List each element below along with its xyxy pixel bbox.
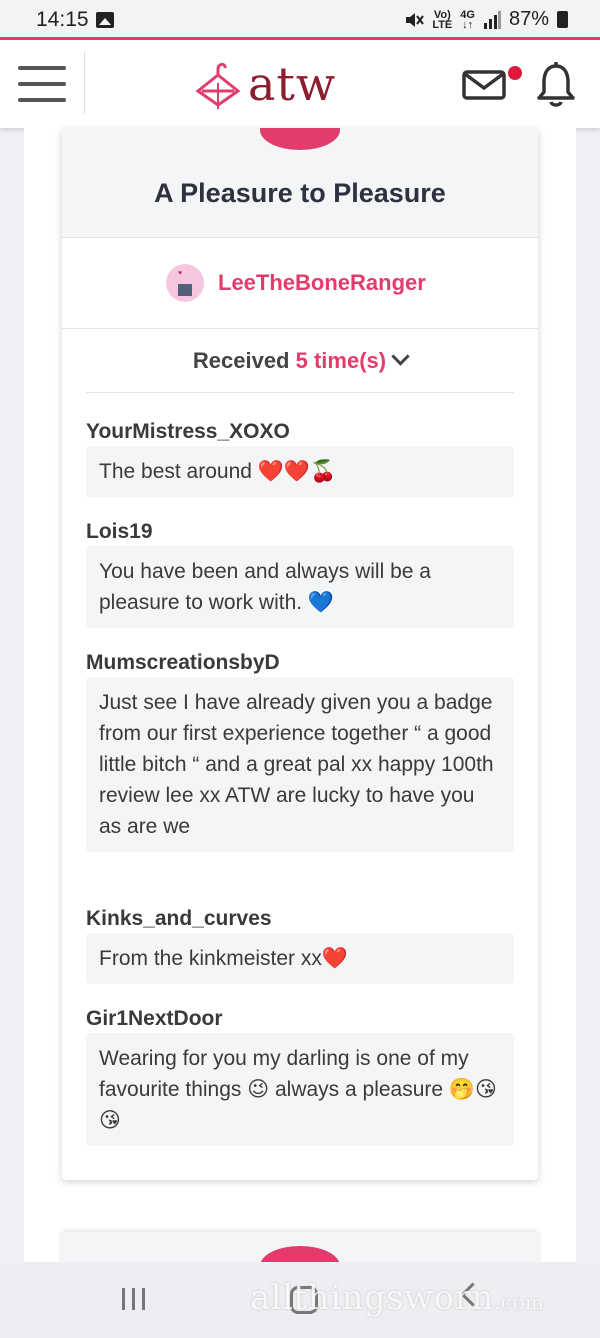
mail-icon[interactable] [462, 70, 506, 100]
badge-title: A Pleasure to Pleasure [154, 178, 446, 208]
review-item: Gir1NextDoor Wearing for you my darling … [86, 1007, 514, 1146]
badge-cloud-icon [260, 128, 340, 150]
mute-icon [406, 12, 425, 27]
watermark-suffix: .com [493, 1290, 545, 1314]
badge-card: A Pleasure to Pleasure ♥ LeeTheBoneRange… [62, 128, 538, 1180]
divider [86, 392, 514, 393]
review-item: Kinks_and_curves From the kinkmeister xx… [86, 907, 514, 984]
watermark: allthingsworn.com [250, 1278, 544, 1318]
avatar[interactable]: ♥ [166, 264, 204, 302]
review-item: MumscreationsbyD Just see I have already… [86, 651, 514, 852]
received-label: Received [192, 348, 290, 373]
hanger-logo-icon [195, 62, 241, 109]
badge-owner[interactable]: ♥ LeeTheBoneRanger [62, 238, 538, 329]
volte-top: Vo) [433, 8, 451, 21]
volte-indicator: Vo) LTE [432, 8, 453, 31]
signal-icon [483, 10, 501, 29]
received-count: 5 time(s) [295, 348, 387, 373]
watermark-text: allthingsworn [250, 1278, 494, 1318]
status-bar: 14:15 Vo) LTE 4G ↓↑ 87% [0, 0, 600, 38]
image-notification-icon [96, 12, 114, 28]
recent-apps-button[interactable] [122, 1288, 146, 1310]
review-text: From the kinkmeister xx❤️ [86, 933, 514, 984]
review-text: Just see I have already given you a badg… [86, 677, 514, 852]
status-time: 14:15 [36, 8, 89, 31]
received-toggle[interactable]: Received 5 time(s) [62, 347, 538, 374]
battery-icon [557, 11, 568, 28]
volte-bottom: LTE [432, 18, 453, 31]
header-divider [84, 52, 85, 114]
network-gen-top: 4G [460, 8, 475, 21]
site-logo[interactable]: atw [192, 54, 336, 114]
review-text: You have been and always will be a pleas… [86, 546, 514, 628]
network-gen-bottom: ↓↑ [462, 18, 474, 31]
review-text: Wearing for you my darling is one of my … [86, 1033, 514, 1146]
username-link[interactable]: LeeTheBoneRanger [218, 270, 426, 296]
menu-button[interactable] [18, 64, 66, 104]
chevron-down-icon [391, 347, 410, 366]
system-nav-bar: allthingsworn.com [0, 1262, 600, 1338]
notification-dot [508, 66, 522, 80]
site-header: atw [0, 40, 600, 128]
battery-percent: 87% [508, 8, 549, 30]
bell-icon[interactable] [536, 62, 576, 108]
review-item: YourMistress_XOXO The best around ❤️❤️🍒 [86, 420, 514, 497]
network-gen-indicator: 4G ↓↑ [460, 8, 475, 31]
logo-text: atw [248, 57, 337, 111]
badge-card-header: A Pleasure to Pleasure [62, 128, 538, 238]
review-item: Lois19 You have been and always will be … [86, 520, 514, 628]
review-text: The best around ❤️❤️🍒 [86, 446, 514, 497]
status-icons: Vo) LTE 4G ↓↑ 87% [404, 8, 568, 31]
